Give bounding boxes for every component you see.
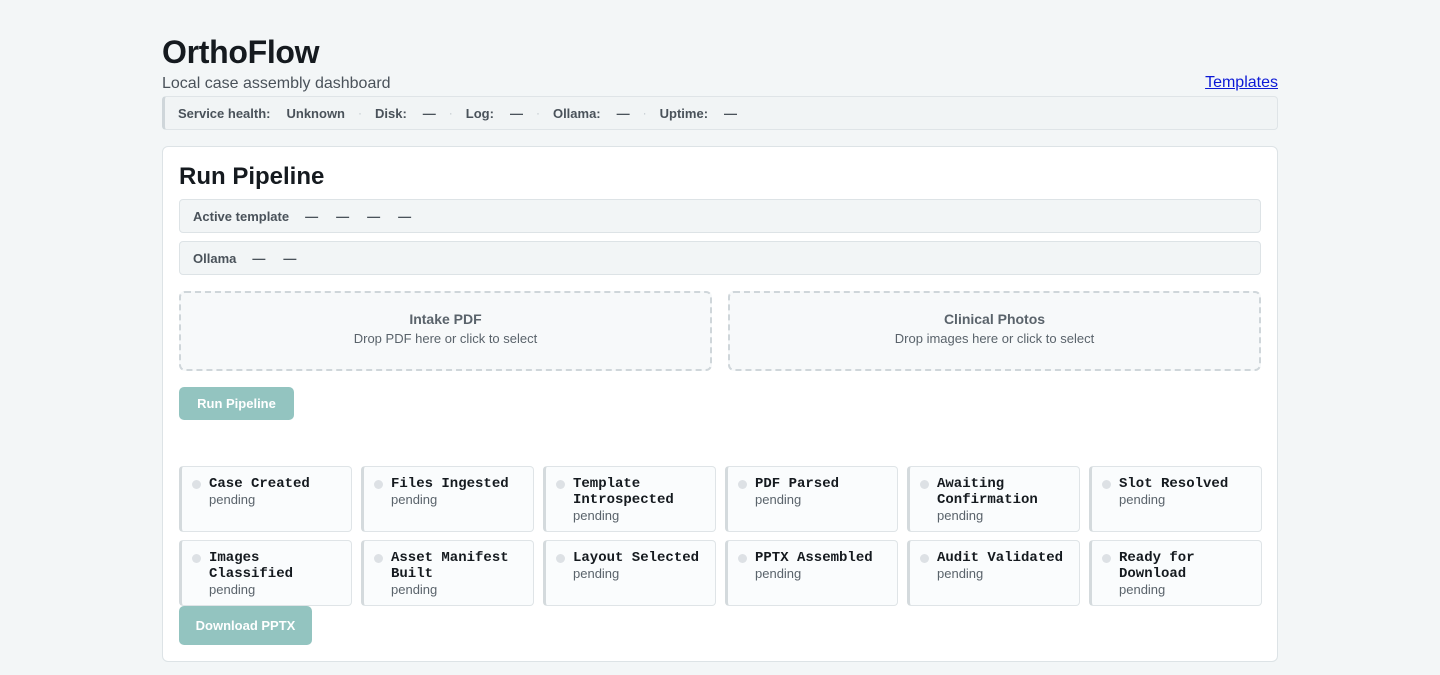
step-name: Asset Manifest Built	[391, 550, 509, 582]
pipeline-step: Files Ingested pending	[361, 466, 534, 532]
step-status: pending	[573, 508, 620, 523]
health-service: Service health: Unknown	[178, 106, 345, 121]
pipeline-step: Awaiting Confirmation pending	[907, 466, 1080, 532]
health-uptime: Uptime: —	[660, 106, 737, 121]
ollama-label: Ollama	[193, 250, 237, 266]
health-separator: ·	[358, 106, 362, 120]
status-dot-icon	[1102, 554, 1111, 563]
status-dot-icon	[738, 480, 747, 489]
health-separator: ·	[448, 106, 453, 120]
health-log-value: —	[509, 105, 523, 121]
health-disk-value: —	[422, 105, 436, 121]
status-dot-icon	[920, 554, 929, 563]
status-dot-icon	[556, 554, 565, 563]
step-status: pending	[209, 582, 256, 597]
run-pipeline-button[interactable]: Run Pipeline	[179, 387, 294, 420]
step-name: PDF Parsed	[755, 476, 840, 492]
intake-pdf-hint: Drop PDF here or click to select	[353, 331, 538, 346]
service-health-bar: Service health: Unknown · Disk: — · Log:…	[162, 96, 1278, 130]
health-separator: ·	[642, 106, 647, 120]
step-status: pending	[573, 566, 620, 581]
intake-pdf-dropzone[interactable]: Intake PDF Drop PDF here or click to sel…	[179, 291, 712, 371]
ollama-value: —	[252, 250, 266, 266]
download-pptx-button[interactable]: Download PPTX	[179, 606, 312, 645]
health-ollama: Ollama: —	[553, 106, 630, 121]
health-log-label: Log:	[465, 105, 494, 121]
pipeline-step: Audit Validated pending	[907, 540, 1080, 606]
health-uptime-label: Uptime:	[659, 105, 709, 121]
ollama-bar: Ollama — —	[179, 241, 1261, 275]
step-status: pending	[209, 492, 256, 507]
step-status: pending	[755, 492, 802, 507]
step-name: PPTX Assembled	[755, 550, 873, 566]
health-uptime-value: —	[724, 105, 738, 121]
step-name: Files Ingested	[391, 476, 509, 492]
pipeline-step: PPTX Assembled pending	[725, 540, 898, 606]
step-status: pending	[391, 492, 438, 507]
status-dot-icon	[1102, 480, 1111, 489]
pipeline-step: Images Classified pending	[179, 540, 352, 606]
pipeline-steps: Case Created pending Files Ingested pending…	[179, 466, 1262, 606]
status-dot-icon	[374, 480, 383, 489]
health-ollama-label: Ollama:	[552, 105, 601, 121]
health-service-label: Service health:	[178, 105, 271, 121]
run-pipeline-title: Run Pipeline	[179, 163, 325, 190]
step-name: Images Classified	[209, 550, 294, 582]
step-status: pending	[755, 566, 802, 581]
pipeline-step: Slot Resolved pending	[1089, 466, 1262, 532]
page-header: OrthoFlow Local case assembly dashboard …	[162, 34, 1278, 130]
pipeline-step: Template Introspected pending	[543, 466, 716, 532]
health-disk-label: Disk:	[375, 105, 407, 121]
pipeline-step: Ready for Download pending	[1089, 540, 1262, 606]
app-subtitle: Local case assembly dashboard	[162, 75, 391, 92]
step-name: Audit Validated	[937, 550, 1064, 566]
ollama-value: —	[283, 250, 297, 266]
step-name: Awaiting Confirmation	[937, 476, 1038, 508]
health-disk: Disk: —	[375, 106, 436, 121]
status-dot-icon	[192, 480, 201, 489]
clinical-photos-title: Clinical Photos	[943, 311, 1046, 327]
step-status: pending	[937, 566, 984, 581]
health-ollama-value: —	[616, 105, 630, 121]
app-title: OrthoFlow	[162, 34, 320, 70]
step-status: pending	[1119, 492, 1166, 507]
status-dot-icon	[192, 554, 201, 563]
step-name: Ready for Download	[1119, 550, 1195, 582]
step-name: Template Introspected	[573, 476, 674, 508]
active-template-bar: Active template — — — —	[179, 199, 1261, 233]
health-log: Log: —	[466, 106, 523, 121]
status-dot-icon	[920, 480, 929, 489]
step-name: Layout Selected	[573, 550, 700, 566]
step-name: Slot Resolved	[1119, 476, 1229, 492]
active-template-value: —	[336, 208, 350, 224]
status-dot-icon	[374, 554, 383, 563]
status-dot-icon	[556, 480, 565, 489]
templates-link[interactable]: Templates	[1205, 74, 1278, 92]
active-template-label: Active template	[193, 208, 290, 224]
pipeline-step: PDF Parsed pending	[725, 466, 898, 532]
health-service-value: Unknown	[286, 105, 346, 121]
clinical-photos-hint: Drop images here or click to select	[894, 331, 1095, 346]
active-template-value: —	[305, 208, 319, 224]
run-pipeline-card: Run Pipeline Active template — — — — Oll…	[162, 146, 1278, 662]
active-template-value: —	[367, 208, 381, 224]
pipeline-step: Asset Manifest Built pending	[361, 540, 534, 606]
step-status: pending	[1119, 582, 1166, 597]
intake-pdf-title: Intake PDF	[409, 311, 482, 327]
active-template-value: —	[398, 208, 412, 224]
step-status: pending	[937, 508, 984, 523]
step-name: Case Created	[209, 476, 310, 492]
status-dot-icon	[738, 554, 747, 563]
step-status: pending	[391, 582, 438, 597]
pipeline-step: Case Created pending	[179, 466, 352, 532]
clinical-photos-dropzone[interactable]: Clinical Photos Drop images here or clic…	[728, 291, 1261, 371]
health-separator: ·	[535, 106, 540, 120]
pipeline-step: Layout Selected pending	[543, 540, 716, 606]
